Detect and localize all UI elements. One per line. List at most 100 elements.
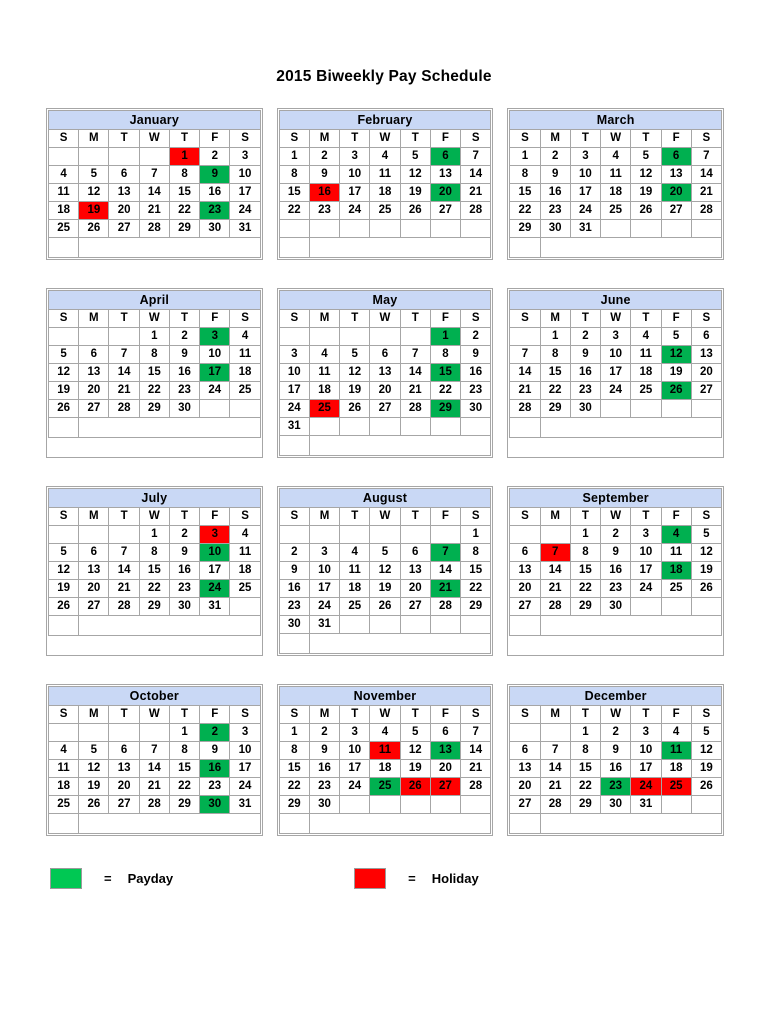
day-cell: 4 [630, 327, 662, 346]
week-row: 18 19 20 21 22 23 24 [47, 777, 261, 796]
day-cell-empty [278, 327, 310, 346]
day-cell: 14 [509, 363, 541, 382]
week-row: 1234567 [278, 723, 492, 742]
day-cell: 14 [690, 165, 723, 184]
week-row: 12345 [509, 525, 723, 544]
weekday-header: T [630, 705, 662, 724]
weekday-header: T [630, 507, 662, 526]
day-cell: 26 [399, 201, 431, 220]
page-title: 2015 Biweekly Pay Schedule [276, 68, 492, 85]
day-cell: 29 [569, 795, 602, 814]
day-cell: 30 [460, 399, 492, 418]
day-cell-empty [339, 615, 371, 634]
day-cell: 3 [630, 525, 662, 544]
day-cell-empty [78, 723, 110, 742]
month-block-october: October S M T W T F S 1 2 3 4 5 6 7 8 9 10 11 12 13 14 15 16 17 1… [46, 684, 263, 836]
day-cell: 3 [278, 345, 310, 364]
weekday-header: M [539, 705, 571, 724]
month-title: May [278, 290, 492, 309]
day-cell-empty [460, 615, 492, 634]
day-cell-holiday: 7 [539, 543, 571, 562]
week-row: 5 6 7 8 9 10 11 [47, 543, 261, 562]
filler-cell [509, 237, 541, 258]
day-cell: 17 [630, 759, 662, 778]
day-cell: 6 [690, 327, 723, 346]
month-block-december: December S M T W T F S 1 2 3 4 5 6 7 8 9 10 11 12 13 14 15 16 17… [507, 684, 724, 836]
weekday-header: W [138, 507, 170, 526]
day-cell: 27 [108, 219, 140, 238]
day-cell: 16 [278, 579, 310, 598]
month-filler-row [47, 417, 261, 438]
day-cell-empty [429, 417, 462, 436]
day-cell-holiday: 19 [78, 201, 110, 220]
month-filler-row [509, 417, 723, 438]
day-cell: 21 [108, 381, 140, 400]
week-row: 22 23 24 25 26 27 28 [278, 201, 492, 220]
day-cell: 27 [78, 399, 110, 418]
day-cell: 31 [278, 417, 310, 436]
day-cell: 8 [569, 543, 602, 562]
day-cell-payday: 20 [429, 183, 462, 202]
week-row: 13 14 15 16 17 18 19 [509, 561, 723, 580]
day-cell: 4 [229, 327, 261, 346]
week-row: 123 [47, 147, 261, 166]
weekday-header: F [429, 507, 462, 526]
weekday-header: T [339, 507, 371, 526]
filler-cell-wide [539, 615, 723, 636]
day-cell-empty [339, 417, 371, 436]
month-table: S M T W T F S 1 2 3 4 5 6 7 8 9 10 11 12 13 14 15 16 17 18 19 20 21… [47, 129, 261, 258]
day-cell: 3 [339, 147, 371, 166]
month-table: S M T W T F S 1 2 3 4 5 6 7 8 9 10 11 12 13 14 15 16 17 18 19 20 21… [509, 309, 723, 438]
day-cell: 19 [399, 183, 431, 202]
month-block-september: September S M T W T F S 1 2 3 4 5 6 7 8 9 10 11 12 13 14 15 16 1… [507, 486, 724, 656]
week-row: 3456789 [278, 345, 492, 364]
day-cell: 29 [569, 597, 602, 616]
month-table: S M T W T F S 1 2 3 4 5 6 7 8 9 10 11 12 13 14 15 16 17 18 19 20 21… [47, 507, 261, 636]
day-cell-payday: 2 [199, 723, 231, 742]
month-filler-row [278, 435, 492, 456]
filler-cell-wide [78, 813, 261, 834]
day-cell: 28 [429, 597, 462, 616]
day-cell-empty [660, 219, 692, 238]
day-cell: 28 [399, 399, 431, 418]
week-row: 9 10 11 12 13 14 15 [278, 561, 492, 580]
day-cell-empty [429, 525, 462, 544]
week-row: 29 30 31 [509, 219, 723, 238]
day-cell: 14 [138, 759, 170, 778]
day-cell: 5 [78, 165, 110, 184]
day-cell-empty [369, 417, 401, 436]
day-cell: 11 [630, 345, 662, 364]
day-cell-empty [78, 525, 110, 544]
day-cell: 21 [108, 579, 140, 598]
weekday-header: W [138, 309, 170, 328]
day-cell: 12 [630, 165, 662, 184]
day-cell: 14 [399, 363, 431, 382]
month-block-april: April S M T W T F S 1 2 3 4 5 6 7 8 9 10 11 12 13 14 15 16 17 18 1… [46, 288, 263, 458]
day-cell: 18 [308, 381, 341, 400]
week-row: 12 [278, 327, 492, 346]
day-cell: 31 [308, 615, 341, 634]
filler-cell-wide [78, 237, 261, 258]
day-cell: 2 [308, 723, 341, 742]
day-cell: 24 [308, 597, 341, 616]
day-cell: 20 [369, 381, 401, 400]
day-cell: 10 [199, 345, 231, 364]
week-row: 15 16 17 18 19 20 21 [278, 183, 492, 202]
holiday-equals-sign: = [408, 871, 416, 886]
day-cell: 18 [369, 183, 401, 202]
weekday-header: S [229, 507, 261, 526]
day-cell-payday: 3 [199, 327, 231, 346]
weekday-header-row: SMTWTFS [47, 129, 261, 148]
week-row: 17 18 19 20 21 22 23 [278, 381, 492, 400]
weekday-header: S [229, 309, 261, 328]
day-cell: 21 [460, 759, 492, 778]
day-cell-holiday: 16 [308, 183, 341, 202]
day-cell: 12 [399, 165, 431, 184]
day-cell: 10 [308, 561, 341, 580]
day-cell: 30 [600, 795, 632, 814]
week-row: 21 22 23 24 25 26 27 [509, 381, 723, 400]
month-table: S M T W T F S 1 2 3 4 5 6 7 8 9 10 11 12 13 14 15 16 17 18 19 20 21… [509, 507, 723, 636]
month-title: March [509, 110, 722, 129]
weekday-header: S [509, 129, 541, 148]
weekday-header: W [369, 705, 401, 724]
